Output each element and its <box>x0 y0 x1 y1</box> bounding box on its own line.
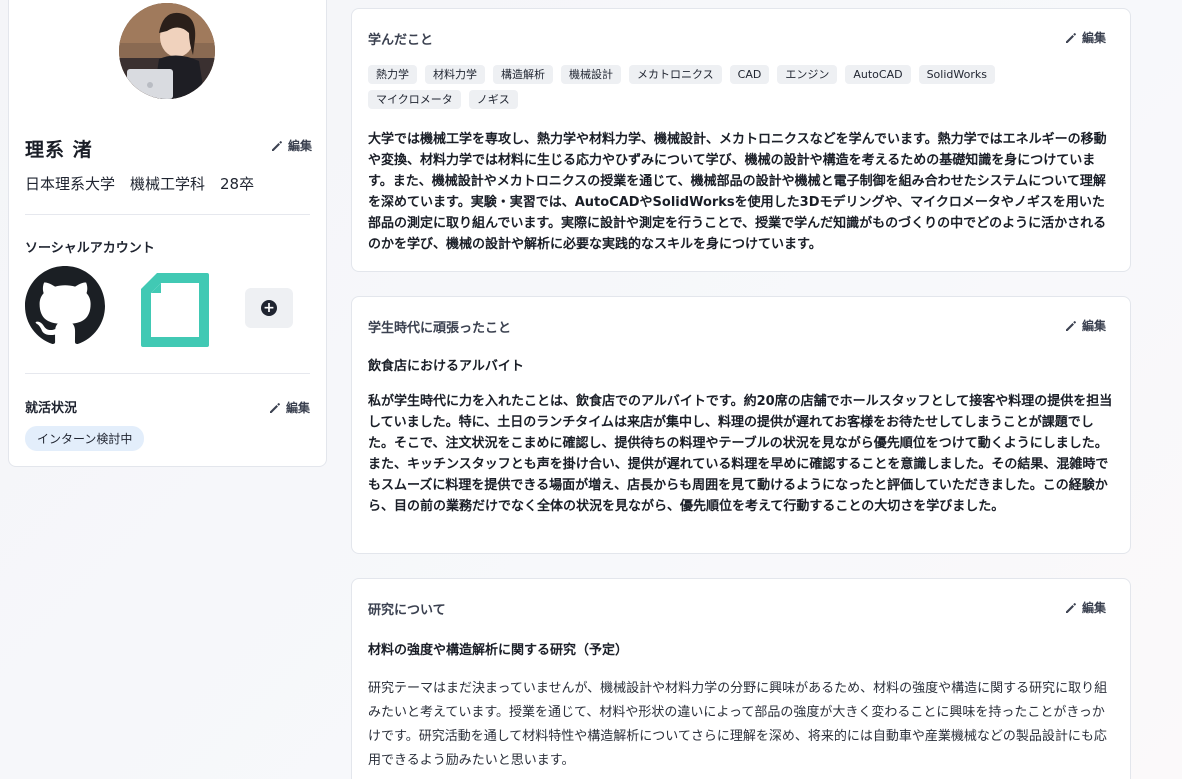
learned-card: 学んだこと 編集 熱力学 材料力学 構造解析 機械設計 メカトロニクス CAD … <box>351 8 1131 272</box>
effort-text: 私が学生時代に力を入れたことは、飲食店でのアルバイトです。約20席の店舗でホール… <box>368 394 1113 514</box>
skill-tag: 機械設計 <box>561 65 621 84</box>
learned-text: 大学では機械工学を専攻し、熱力学や材料力学、機械設計、メカトロニクスなどを学んで… <box>368 132 1107 252</box>
skill-tag: マイクロメータ <box>368 90 461 109</box>
github-icon <box>25 266 105 345</box>
skill-tag: ノギス <box>468 90 518 109</box>
plus-circle-icon: + <box>261 300 277 316</box>
edit-label: 編集 <box>1081 31 1106 45</box>
research-subtitle: 材料の強度や構造解析に関する研究（予定） <box>368 643 629 658</box>
avatar-photo <box>119 3 215 99</box>
edit-label: 編集 <box>1081 319 1106 333</box>
effort-title: 学生時代に頑張ったこと <box>368 321 512 336</box>
school-info: 日本理系大学 機械工学科 28卒 <box>25 175 255 193</box>
research-card: 研究について 編集 材料の強度や構造解析に関する研究（予定） 研究テーマはまだ決… <box>351 578 1131 779</box>
profile-name: 理系 渚 <box>25 139 93 161</box>
note-link[interactable] <box>139 269 211 349</box>
edit-effort-button[interactable]: 編集 <box>1065 317 1106 334</box>
skill-tag: メカトロニクス <box>629 65 722 84</box>
avatar[interactable] <box>119 3 215 99</box>
skill-tag: 熱力学 <box>368 65 417 84</box>
job-status-label: 就活状況 <box>25 401 78 416</box>
pencil-icon <box>1065 602 1076 613</box>
effort-card: 学生時代に頑張ったこと 編集 飲食店におけるアルバイト 私が学生時代に力を入れた… <box>351 296 1131 554</box>
pencil-icon <box>1065 32 1076 43</box>
edit-research-button[interactable]: 編集 <box>1065 599 1106 616</box>
github-link[interactable] <box>25 266 105 346</box>
divider <box>25 373 310 374</box>
add-social-button[interactable]: + <box>245 288 293 328</box>
edit-label: 編集 <box>285 401 310 415</box>
effort-subtitle: 飲食店におけるアルバイト <box>368 359 524 374</box>
skill-tag: SolidWorks <box>918 65 995 84</box>
profile-card: 理系 渚 編集 日本理系大学 機械工学科 28卒 ソーシャルアカウント + 就活… <box>8 0 327 467</box>
learned-title: 学んだこと <box>368 33 434 48</box>
job-status-badge: インターン検討中 <box>25 426 145 451</box>
pencil-icon <box>271 140 282 151</box>
research-title: 研究について <box>368 603 446 618</box>
name-row: 理系 渚 編集 <box>25 135 312 161</box>
pencil-icon <box>1065 320 1076 331</box>
divider <box>25 214 310 215</box>
skill-tags: 熱力学 材料力学 構造解析 機械設計 メカトロニクス CAD エンジン Auto… <box>368 65 1068 109</box>
skill-tag: 構造解析 <box>493 65 553 84</box>
edit-job-status-button[interactable]: 編集 <box>269 399 310 416</box>
pencil-icon <box>269 402 280 413</box>
skill-tag: AutoCAD <box>845 65 911 84</box>
skill-tag: CAD <box>729 65 770 84</box>
edit-profile-button[interactable]: 編集 <box>271 137 312 154</box>
social-accounts-label: ソーシャルアカウント <box>25 241 155 256</box>
edit-label: 編集 <box>1081 601 1106 615</box>
edit-learned-button[interactable]: 編集 <box>1065 29 1106 46</box>
edit-label: 編集 <box>287 139 312 153</box>
skill-tag: エンジン <box>777 65 838 84</box>
note-icon <box>141 273 209 347</box>
research-text: 研究テーマはまだ決まっていませんが、機械設計や材料力学の分野に興味があるため、材… <box>368 681 1108 768</box>
skill-tag: 材料力学 <box>425 65 485 84</box>
